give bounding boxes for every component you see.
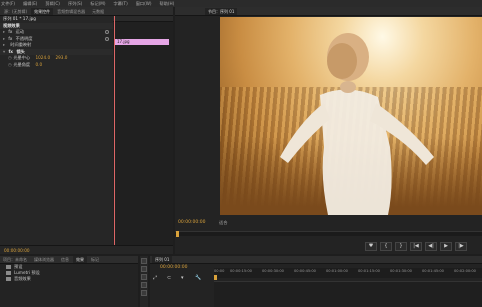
menu-help[interactable]: 帮助(H)	[160, 1, 175, 7]
mini-ruler[interactable]	[113, 16, 173, 22]
go-to-in-button[interactable]: |◀	[410, 242, 422, 251]
settings-icon[interactable]: 🔧	[195, 275, 201, 281]
menu-sequence[interactable]: 序列(S)	[68, 1, 82, 7]
effect-controls-tabs: 源：(无剪辑) 效果控件 音频剪辑混合器 元数据	[0, 7, 173, 16]
effect-controls-panel: 源：(无剪辑) 效果控件 音频剪辑混合器 元数据 序列 01 * 17.jpg …	[0, 7, 173, 254]
reset-icon[interactable]	[105, 36, 109, 41]
clip-chip[interactable]: 17.jpg	[115, 39, 169, 45]
fx-icon[interactable]: fx	[8, 49, 13, 54]
effect-name: 不透明度	[15, 35, 33, 41]
girl-figure	[280, 33, 434, 215]
flare-center-x[interactable]: 1024.0	[35, 55, 50, 60]
menu-clip[interactable]: 剪辑(C)	[45, 1, 60, 7]
playhead-line[interactable]	[114, 16, 115, 254]
ruler-label: 00:00:45:00	[294, 269, 316, 273]
ruler-label: 00:00:15:00	[230, 269, 252, 273]
playhead-marker[interactable]	[176, 231, 179, 237]
ruler-label: 00:02:00:00	[454, 269, 476, 273]
step-back-button[interactable]: ◀|	[425, 242, 437, 251]
tools-panel	[140, 256, 148, 307]
timeline-playhead[interactable]	[214, 275, 217, 280]
tab-info[interactable]: 信息	[58, 256, 72, 263]
folder-icon	[6, 271, 11, 275]
program-monitor: 节目：序列 01 00:00:00:00 适合 ♥ { } |◀ ◀| ▶ |▶	[175, 7, 482, 254]
list-item-label: 预设	[14, 264, 23, 269]
menu-title[interactable]: 字幕(T)	[114, 1, 128, 7]
menu-marker[interactable]: 标记(M)	[90, 1, 105, 7]
zoom-select[interactable]: 适合	[219, 220, 227, 226]
marker-button[interactable]: ♥	[365, 242, 377, 251]
tab-program[interactable]: 节目：序列 01	[205, 8, 238, 15]
fx-icon[interactable]: fx	[8, 29, 12, 34]
stopwatch-icon[interactable]: ◷	[8, 62, 12, 69]
reset-icon[interactable]	[105, 30, 109, 34]
param-name: 光晕中心	[13, 55, 31, 60]
selection-tool-icon[interactable]	[141, 258, 147, 264]
track-select-tool-icon[interactable]	[141, 266, 147, 272]
video-frame[interactable]	[220, 17, 482, 215]
ruler-label: 00:01:00:00	[326, 269, 348, 273]
timeline-tabs: 序列 01	[150, 256, 482, 264]
tab-audio-mixer[interactable]: 音频剪辑混合器	[54, 8, 88, 15]
ruler-label: 00:01:15:00	[358, 269, 380, 273]
effect-controls-footer: 00:00:00:00	[0, 245, 173, 254]
project-panel: 项目：未命名 媒体浏览器 信息 效果 标记 预设 Lumetri 预设 音频效果	[0, 256, 138, 307]
effect-timecode[interactable]: 00:00:00:00	[4, 248, 30, 253]
program-tabs: 节目：序列 01	[175, 7, 482, 16]
slip-tool-icon[interactable]	[141, 290, 147, 296]
add-marker-icon[interactable]: ▾	[181, 275, 187, 281]
effect-list: 序列 01 * 17.jpg 视频效果 ▸ fx 运动 ▸ fx 不透明度 ▸ …	[0, 16, 113, 254]
param-name: 光晕角度	[13, 61, 31, 67]
tab-effects[interactable]: 效果	[73, 256, 87, 263]
list-item-label: 音频效果	[14, 276, 31, 281]
timeline-tools: ⤢ ⊂ ▾ 🔧	[153, 275, 209, 281]
flare-angle-value[interactable]: 0.0	[35, 62, 42, 67]
menu-bar: 文件(F) 编辑(E) 剪辑(C) 序列(S) 标记(M) 字幕(T) 窗口(W…	[0, 0, 482, 7]
tab-metadata[interactable]: 元数据	[89, 8, 107, 15]
effect-timeline-area: 17.jpg	[113, 16, 173, 254]
ruler-label: 00:01:45:00	[422, 269, 444, 273]
tab-project[interactable]: 项目：未命名	[0, 256, 30, 263]
timeline-panel: 序列 01 00:00:00:00 00:00 00:00:15:00 00:0…	[150, 256, 482, 307]
mark-out-button[interactable]: }	[395, 242, 407, 251]
timeline-timecode[interactable]: 00:00:00:00	[160, 265, 187, 270]
timeline-ruler[interactable]: 00:00 00:00:15:00 00:00:30:00 00:00:45:0…	[214, 268, 482, 278]
folder-icon	[6, 277, 11, 281]
fx-icon[interactable]: fx	[8, 36, 12, 41]
tab-markers[interactable]: 标记	[88, 256, 102, 263]
flare-center-y[interactable]: 293.0	[55, 55, 67, 60]
menu-edit[interactable]: 编辑(E)	[23, 1, 37, 7]
effect-name: 运动	[15, 29, 25, 34]
effect-name: 时间重映射	[10, 42, 32, 47]
play-button[interactable]: ▶	[440, 242, 452, 251]
tab-media-browser[interactable]: 媒体浏览器	[31, 256, 57, 263]
timeline-tracks[interactable]	[214, 281, 482, 307]
razor-tool-icon[interactable]	[141, 282, 147, 288]
menu-window[interactable]: 窗口(W)	[136, 1, 152, 7]
param-flare-angle: ◷ 光晕角度 0.0	[0, 62, 113, 69]
list-item[interactable]: 音频效果	[0, 276, 138, 282]
program-timecode[interactable]: 00:00:00:00	[178, 220, 205, 225]
project-tabs: 项目：未命名 媒体浏览器 信息 效果 标记	[0, 256, 138, 264]
list-item-label: Lumetri 预设	[14, 270, 40, 275]
menu-file[interactable]: 文件(F)	[1, 1, 15, 7]
tab-sequence[interactable]: 序列 01	[152, 256, 173, 263]
snap-icon[interactable]: ⤢	[153, 275, 159, 281]
linked-selection-icon[interactable]: ⊂	[167, 275, 173, 281]
ruler-label: 00:01:30:00	[390, 269, 412, 273]
ripple-edit-tool-icon[interactable]	[141, 274, 147, 280]
program-controls: 00:00:00:00 适合 ♥ { } |◀ ◀| ▶ |▶	[175, 216, 482, 254]
effect-name: 镜头	[16, 48, 25, 54]
ruler-label: 00:00:30:00	[262, 269, 284, 273]
tab-source[interactable]: 源：(无剪辑)	[1, 8, 30, 15]
program-scrubber[interactable]	[175, 231, 482, 237]
ruler-label: 00:00	[214, 269, 225, 273]
folder-icon	[6, 265, 11, 269]
mark-in-button[interactable]: {	[380, 242, 392, 251]
step-forward-button[interactable]: |▶	[455, 242, 467, 251]
tab-effect-controls[interactable]: 效果控件	[31, 8, 54, 15]
transport-controls: ♥ { } |◀ ◀| ▶ |▶	[365, 242, 470, 251]
